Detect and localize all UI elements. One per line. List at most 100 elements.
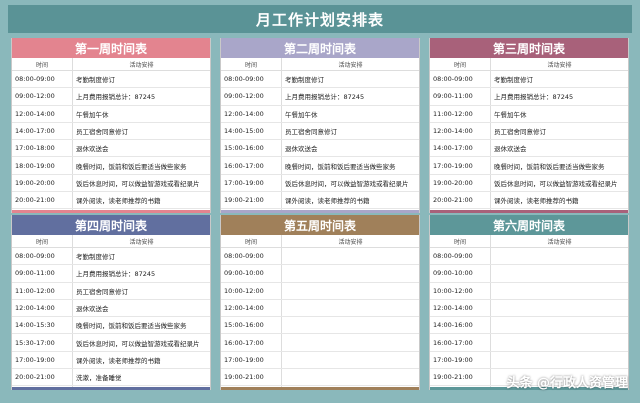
activity-cell[interactable]: 洗漱，准备睡觉: [72, 368, 210, 387]
time-cell[interactable]: 17:00-19:00: [12, 351, 73, 370]
activity-cell[interactable]: 考勤制度修订: [72, 247, 210, 266]
activity-cell[interactable]: 饭后休息时间，可以做益智游戏或看纪录片: [281, 174, 419, 193]
activity-cell[interactable]: 饭后休息时间，可以做益智游戏或看纪录片: [490, 174, 628, 193]
activity-cell[interactable]: 员工宿舍同意修订: [72, 122, 210, 141]
time-cell[interactable]: 14:00-17:00: [12, 122, 73, 141]
activity-cell[interactable]: [281, 282, 419, 300]
time-cell[interactable]: 20:00-21:00: [430, 191, 491, 210]
time-cell[interactable]: 20:00-21:00: [12, 191, 73, 210]
activity-cell[interactable]: [281, 299, 419, 318]
time-cell[interactable]: 10:00-12:00: [430, 282, 491, 300]
activity-cell[interactable]: 考勤制度修订: [281, 70, 419, 89]
activity-cell[interactable]: 午餐加午休: [490, 105, 628, 123]
activity-cell[interactable]: 课外阅读，读老师推荐的书籍: [72, 191, 210, 210]
time-cell[interactable]: 12:00-14:00: [430, 299, 491, 318]
activity-cell[interactable]: [490, 299, 628, 318]
time-cell[interactable]: 08:00-09:00: [221, 70, 282, 89]
time-cell[interactable]: 17:00-18:00: [12, 139, 73, 158]
time-cell[interactable]: 19:00-20:00: [12, 174, 73, 193]
activity-cell[interactable]: 员工宿舍同意修订: [281, 122, 419, 141]
activity-cell[interactable]: 考勤制度修订: [72, 70, 210, 89]
activity-cell[interactable]: [490, 282, 628, 300]
time-cell[interactable]: 20:00-21:00: [12, 368, 73, 387]
activity-cell[interactable]: 饭后休息时间，可以做益智游戏或看纪录片: [72, 333, 210, 352]
activity-cell[interactable]: 晚餐时间，饭前和饭后要适当做些家务: [72, 316, 210, 335]
activity-cell[interactable]: 退休欢送会: [72, 139, 210, 158]
time-cell[interactable]: 19:00-21:00: [430, 368, 491, 387]
time-cell[interactable]: 09:00-10:00: [221, 264, 282, 283]
time-cell[interactable]: 12:00-14:00: [430, 122, 491, 141]
activity-cell[interactable]: [281, 264, 419, 283]
time-cell[interactable]: 17:00-19:00: [221, 351, 282, 370]
activity-cell[interactable]: 晚餐时间，饭前和饭后要适当做些家务: [490, 156, 628, 175]
time-cell[interactable]: 19:00-21:00: [221, 368, 282, 387]
time-cell[interactable]: 16:00-17:00: [221, 156, 282, 175]
time-cell[interactable]: 09:00-12:00: [221, 87, 282, 106]
time-cell[interactable]: 09:00-11:00: [430, 87, 491, 106]
activity-cell[interactable]: 上月费用报销总计：87245: [281, 87, 419, 106]
activity-cell[interactable]: [490, 316, 628, 335]
time-cell[interactable]: 14:00-15:30: [12, 316, 73, 335]
time-cell[interactable]: 10:00-12:00: [221, 282, 282, 300]
time-cell[interactable]: 12:00-14:00: [12, 105, 73, 123]
activity-cell[interactable]: 退休欢送会: [281, 139, 419, 158]
time-cell[interactable]: 12:00-14:00: [12, 299, 73, 318]
time-cell[interactable]: 08:00-09:00: [430, 70, 491, 89]
activity-cell[interactable]: 员工宿舍同意修订: [72, 282, 210, 300]
time-cell[interactable]: 12:00-14:00: [221, 105, 282, 123]
time-cell[interactable]: 14:00-15:00: [221, 122, 282, 141]
activity-cell[interactable]: 上月费用报销总计：87245: [490, 87, 628, 106]
activity-cell[interactable]: 考勤制度修订: [490, 70, 628, 89]
time-cell[interactable]: 16:00-17:00: [430, 333, 491, 352]
time-cell[interactable]: 16:00-17:00: [221, 333, 282, 352]
time-cell[interactable]: 14:00-17:00: [430, 139, 491, 158]
time-cell[interactable]: 15:00-16:00: [221, 139, 282, 158]
time-cell[interactable]: 17:00-19:00: [221, 174, 282, 193]
activity-cell[interactable]: 晚餐时间，饭前和饭后要适当做些家务: [281, 156, 419, 175]
activity-cell[interactable]: [490, 247, 628, 266]
activity-cell[interactable]: 退休欢送会: [72, 299, 210, 318]
activity-cell[interactable]: 上月费用报销总计：87245: [72, 87, 210, 106]
column-header-time: 时间: [12, 235, 73, 248]
activity-cell[interactable]: [490, 351, 628, 370]
time-cell[interactable]: 17:00-19:00: [430, 351, 491, 370]
time-cell[interactable]: 18:00-19:00: [12, 156, 73, 175]
activity-cell[interactable]: [281, 247, 419, 266]
activity-cell[interactable]: 员工宿舍同意修订: [490, 122, 628, 141]
activity-cell[interactable]: 午餐加午休: [72, 105, 210, 123]
time-cell[interactable]: 08:00-09:00: [12, 70, 73, 89]
time-cell[interactable]: 09:00-11:00: [12, 264, 73, 283]
table-row: 17:00-19:00 饭后休息时间，可以做益智游戏或看纪录片: [221, 174, 419, 193]
time-cell[interactable]: 09:00-12:00: [12, 87, 73, 106]
activity-cell[interactable]: 退休欢送会: [490, 139, 628, 158]
activity-cell[interactable]: [490, 333, 628, 352]
table-row: 14:00-15:00 员工宿舍同意修订: [221, 122, 419, 141]
time-cell[interactable]: 19:00-20:00: [430, 174, 491, 193]
time-cell[interactable]: 14:00-16:00: [430, 316, 491, 335]
time-cell[interactable]: 09:00-10:00: [430, 264, 491, 283]
time-cell[interactable]: 12:00-14:00: [221, 299, 282, 318]
activity-cell[interactable]: [281, 316, 419, 335]
activity-cell[interactable]: 饭后休息时间，可以做益智游戏或看纪录片: [72, 174, 210, 193]
activity-cell[interactable]: [281, 333, 419, 352]
time-cell[interactable]: 17:00-19:00: [430, 156, 491, 175]
time-cell[interactable]: 08:00-09:00: [12, 247, 73, 266]
time-cell[interactable]: 15:00-16:00: [221, 316, 282, 335]
activity-cell[interactable]: 上月费用报销总计：87245: [72, 264, 210, 283]
schedule-table: 时间 活动安排 08:00-09:00 考勤制度修订 09:00-12:00 上月费用报销…: [12, 58, 210, 213]
time-cell[interactable]: 15:30-17:00: [12, 333, 73, 352]
time-cell[interactable]: 11:00-12:00: [12, 282, 73, 300]
time-cell[interactable]: 08:00-09:00: [221, 247, 282, 266]
time-cell[interactable]: 11:00-12:00: [430, 105, 491, 123]
activity-cell[interactable]: 午餐加午休: [281, 105, 419, 123]
table-row: 09:00-12:00 上月费用报销总计：87245: [221, 87, 419, 106]
activity-cell[interactable]: 晚餐时间，饭前和饭后要适当做些家务: [72, 156, 210, 175]
activity-cell[interactable]: [281, 351, 419, 370]
activity-cell[interactable]: [281, 368, 419, 387]
activity-cell[interactable]: [490, 264, 628, 283]
activity-cell[interactable]: 课外阅读，读老师推荐的书籍: [490, 191, 628, 210]
time-cell[interactable]: 19:00-21:00: [221, 191, 282, 210]
time-cell[interactable]: 08:00-09:00: [430, 247, 491, 266]
activity-cell[interactable]: 课外阅读，读老师推荐的书籍: [72, 351, 210, 370]
activity-cell[interactable]: 课外阅读，读老师推荐的书籍: [281, 191, 419, 210]
